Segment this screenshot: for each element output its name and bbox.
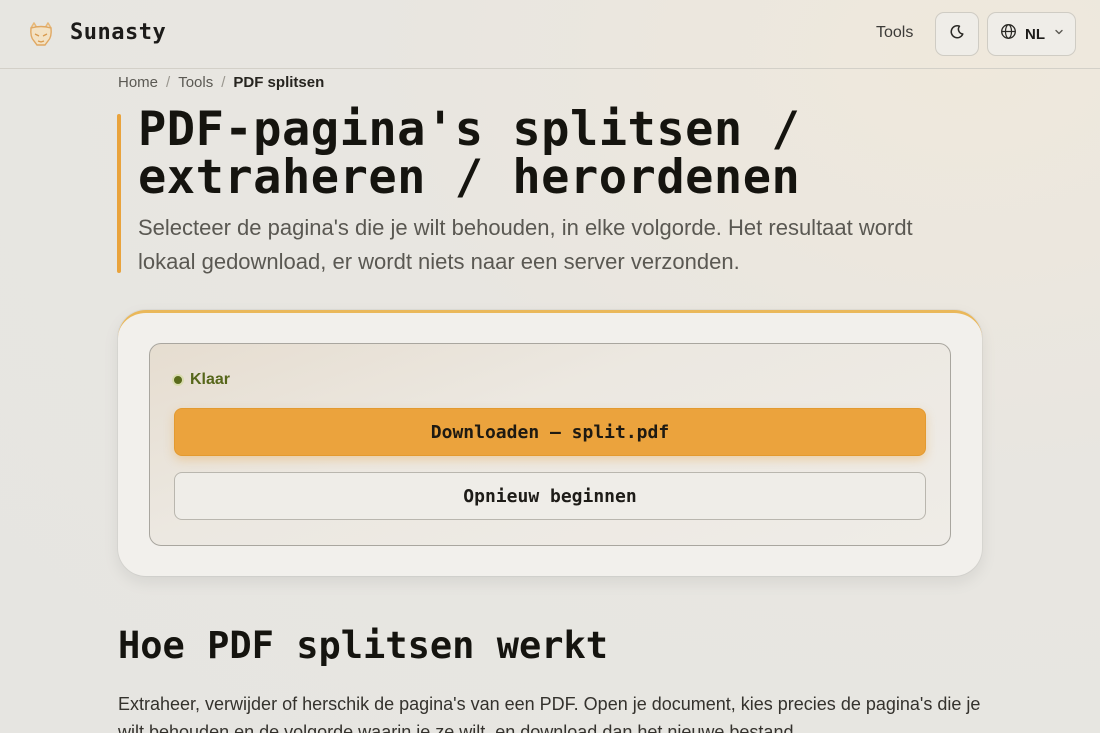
globe-icon (1000, 23, 1017, 45)
status-dot-icon (172, 374, 184, 386)
section-title-how: Hoe PDF splitsen werkt (118, 624, 609, 667)
status-label: Klaar (190, 371, 231, 388)
breadcrumb-separator: / (221, 74, 226, 91)
language-select[interactable]: NL (987, 12, 1076, 56)
section-body-how: Extraheer, verwijder of herschik de pagi… (118, 694, 981, 733)
nav-link-tools[interactable]: Tools (876, 24, 913, 42)
breadcrumb-home[interactable]: Home (118, 74, 158, 91)
breadcrumb: Home / Tools / PDF splitsen (118, 74, 324, 91)
language-label: NL (1025, 25, 1045, 43)
moon-icon (949, 24, 965, 45)
site-header: Sunasty Tools NL (0, 0, 1100, 69)
brand-name[interactable]: Sunasty (70, 20, 166, 45)
tool-card: Klaar Downloaden — split.pdf Opnieuw beg… (118, 310, 982, 576)
theme-toggle-button[interactable] (935, 12, 979, 56)
page-title-line-1: PDF-pagina's splitsen / (138, 102, 801, 157)
breadcrumb-tools[interactable]: Tools (178, 74, 213, 91)
download-button[interactable]: Downloaden — split.pdf (174, 408, 926, 456)
chevron-down-icon (1053, 25, 1065, 43)
restart-button[interactable]: Opnieuw beginnen (174, 472, 926, 520)
page-title-line-2: extraheren / herordenen (138, 150, 801, 205)
breadcrumb-current: PDF splitsen (233, 74, 325, 91)
result-panel: Klaar Downloaden — split.pdf Opnieuw beg… (149, 343, 951, 546)
status-indicator: Klaar (172, 371, 230, 389)
breadcrumb-separator: / (166, 74, 171, 91)
hero-accent-bar (117, 114, 121, 273)
page-title: PDF-pagina's splitsen / extraheren / her… (138, 106, 938, 202)
page-subtitle: Selecteer de pagina's die je wilt behoud… (138, 215, 913, 274)
logo-icon[interactable] (26, 19, 56, 49)
